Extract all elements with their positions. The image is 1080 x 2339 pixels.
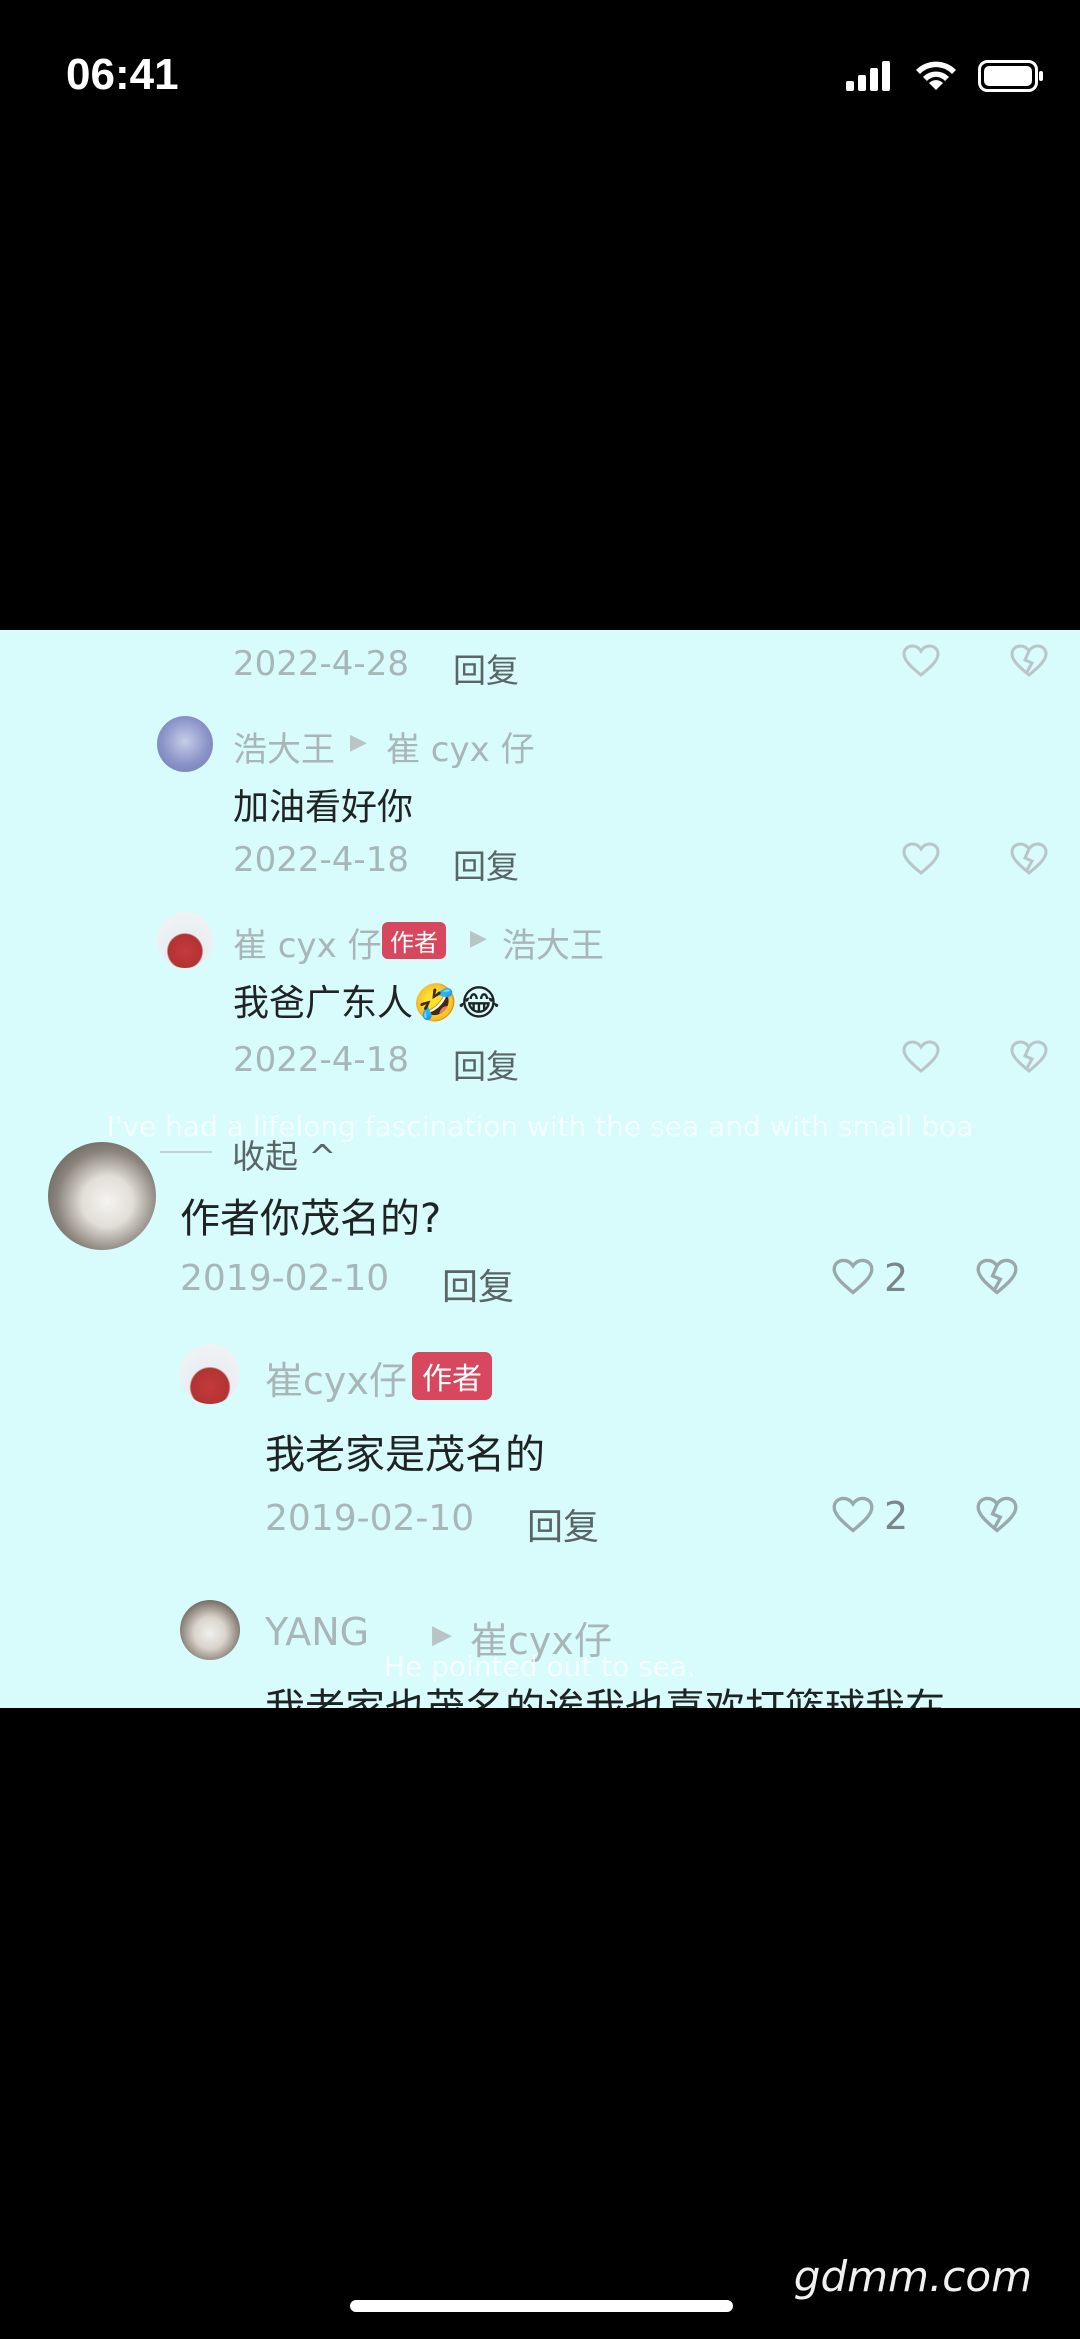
heart-icon[interactable] <box>902 644 940 678</box>
watermark: gdmm.com <box>793 2252 1032 2301</box>
dislike-icon[interactable] <box>1010 1040 1048 1074</box>
author-badge: 作者 <box>382 922 446 959</box>
comment-date: 2019-02-10 <box>265 1498 475 1539</box>
comment-username[interactable]: 浩大王 <box>233 722 335 771</box>
battery-icon <box>978 60 1043 92</box>
comment-username[interactable]: 崔 cyx 仔 <box>233 918 382 967</box>
reply-arrow-icon: ▶ <box>432 1620 452 1650</box>
reply-button[interactable]: 回复 <box>453 1040 519 1088</box>
author-badge: 作者 <box>412 1352 492 1400</box>
status-time: 06:41 <box>66 50 179 99</box>
avatar[interactable] <box>157 912 213 968</box>
heart-icon[interactable] <box>832 1258 874 1296</box>
signal-icon <box>846 61 890 91</box>
collapse-button[interactable]: 收起 ^ <box>232 1130 336 1178</box>
comment-date: 2022-4-18 <box>233 840 409 880</box>
collapse-divider <box>160 1151 212 1153</box>
comment-text: 作者你茂名的? <box>180 1196 442 1242</box>
video-frame[interactable]: 2022-4-28 回复 浩大王 ▶ 崔 cyx 仔 加油看好你 2022-4-… <box>0 630 1080 1708</box>
dislike-icon[interactable] <box>976 1258 1018 1296</box>
reply-target-username[interactable]: 浩大王 <box>502 918 604 967</box>
like-count: 2 <box>884 1256 909 1300</box>
comment-username[interactable]: 崔cyx仔 <box>265 1350 407 1405</box>
reply-button[interactable]: 回复 <box>453 840 519 888</box>
status-icons <box>844 60 1044 92</box>
reply-arrow-icon: ▶ <box>470 926 487 951</box>
reply-button[interactable]: 回复 <box>527 1498 599 1550</box>
reply-button[interactable]: 回复 <box>442 1258 514 1310</box>
heart-icon[interactable] <box>902 1040 940 1074</box>
dislike-icon[interactable] <box>976 1496 1018 1534</box>
comment-date: 2019-02-10 <box>180 1258 390 1299</box>
heart-icon[interactable] <box>832 1496 874 1534</box>
avatar[interactable] <box>157 716 213 772</box>
dislike-icon[interactable] <box>1010 644 1048 678</box>
wifi-icon <box>916 61 956 90</box>
comment-date: 2022-4-18 <box>233 1040 409 1080</box>
subtitle-line: I've had a lifelong fascination with the… <box>106 1110 974 1143</box>
avatar[interactable] <box>48 1142 156 1250</box>
like-count: 2 <box>884 1494 909 1538</box>
avatar[interactable] <box>180 1344 240 1404</box>
comment-username[interactable]: YANG <box>265 1610 369 1654</box>
status-bar: 06:41 <box>0 0 1080 150</box>
comment-text: 我老家也茂名的诶我也喜欢打篮球我在 <box>265 1676 945 1708</box>
home-indicator[interactable] <box>350 2300 733 2312</box>
comment-text: 加油看好你 <box>233 787 414 828</box>
comment-text: 我老家是茂名的 <box>265 1432 545 1478</box>
reply-target-username[interactable]: 崔 cyx 仔 <box>386 722 535 771</box>
dislike-icon[interactable] <box>1010 842 1048 876</box>
heart-icon[interactable] <box>902 842 940 876</box>
comment-date: 2022-4-28 <box>233 644 409 684</box>
reply-button[interactable]: 回复 <box>453 644 519 692</box>
reply-arrow-icon: ▶ <box>350 730 367 755</box>
comment-text: 我爸广东人🤣😂 <box>233 983 500 1024</box>
